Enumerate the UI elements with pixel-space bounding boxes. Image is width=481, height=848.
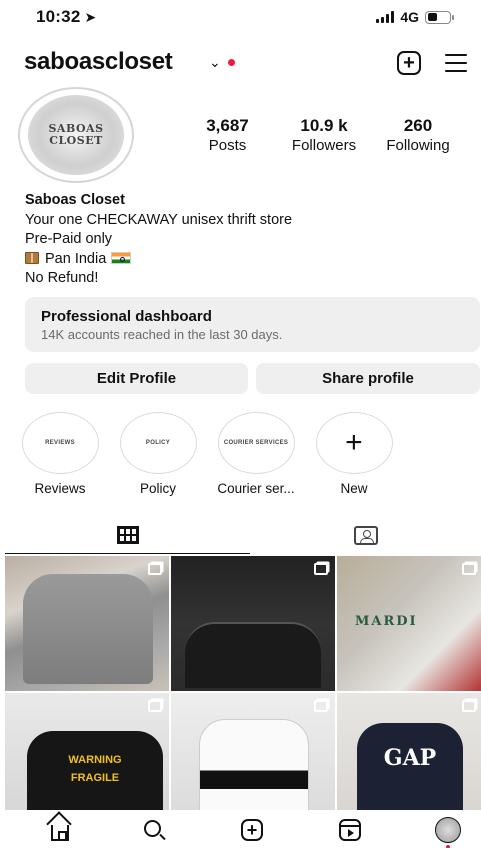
post-thumbnail[interactable]	[171, 693, 335, 810]
plus-icon: +	[403, 52, 415, 74]
highlight-cover: REVIEWS	[21, 412, 99, 474]
grid-icon	[116, 525, 139, 544]
following-label: Following	[386, 137, 450, 154]
highlight-cover: COURIER SERVICES	[217, 412, 295, 474]
highlight-courier-services[interactable]: COURIER SERVICES Courier ser...	[212, 412, 300, 496]
nav-profile[interactable]	[428, 814, 468, 848]
india-flag-icon	[111, 251, 132, 264]
nav-search[interactable]	[134, 814, 174, 846]
post-thumbnail[interactable]	[337, 693, 481, 810]
bio-line: Your one CHECKAWAY unisex thrift store	[25, 211, 293, 228]
package-icon	[25, 251, 39, 264]
status-indicators: 4G	[376, 9, 454, 25]
tagged-icon	[353, 525, 378, 545]
search-icon	[143, 819, 161, 837]
profile-avatar[interactable]: SABOAS CLOSET	[18, 87, 134, 183]
status-bar: 10:32 ➤ 4G	[0, 0, 481, 34]
profile-tabs	[0, 516, 481, 554]
stat-followers[interactable]: 10.9 k Followers	[284, 116, 364, 154]
display-name: Saboas Closet	[25, 192, 125, 208]
status-time: 10:32 ➤	[36, 7, 96, 27]
highlight-reviews[interactable]: REVIEWS Reviews	[16, 412, 104, 496]
profile-avatar-small	[435, 817, 461, 843]
highlight-label: Policy	[139, 481, 176, 496]
share-profile-button[interactable]: Share profile	[256, 363, 480, 394]
post-grid	[5, 556, 481, 810]
carousel-icon	[148, 700, 162, 712]
create-post-button[interactable]: +	[397, 51, 421, 75]
posts-label: Posts	[208, 137, 247, 154]
followers-count: 10.9 k	[300, 116, 348, 135]
carousel-icon	[314, 700, 328, 712]
dashboard-subtitle: 14K accounts reached in the last 30 days…	[41, 327, 283, 342]
create-icon: +	[241, 819, 263, 841]
battery-icon	[425, 10, 454, 24]
carousel-icon	[462, 700, 476, 712]
notification-dot	[228, 59, 235, 66]
highlight-new[interactable]: + New	[310, 412, 398, 496]
hamburger-menu-icon[interactable]	[445, 54, 467, 72]
highlight-label: Courier ser...	[217, 481, 295, 496]
home-icon	[51, 825, 69, 841]
bottom-navigation: +	[0, 810, 481, 848]
highlight-cover: POLICY	[119, 412, 197, 474]
bio-line-shipping: Pan India	[25, 250, 292, 270]
highlight-policy[interactable]: POLICY Policy	[114, 412, 202, 496]
following-count: 260	[403, 116, 433, 135]
post-thumbnail[interactable]	[5, 556, 169, 691]
bio-line: Pan India	[45, 250, 107, 267]
clock-text: 10:32	[36, 7, 81, 26]
chevron-down-icon[interactable]: ⌄	[209, 54, 221, 71]
signal-icon	[376, 11, 395, 23]
professional-dashboard[interactable]: Professional dashboard 14K accounts reac…	[25, 297, 480, 352]
tab-tagged[interactable]	[250, 516, 481, 554]
post-thumbnail[interactable]	[171, 556, 335, 691]
nav-create[interactable]: +	[232, 814, 272, 846]
reels-icon	[339, 819, 361, 841]
post-thumbnail[interactable]	[5, 693, 169, 810]
location-arrow-icon: ➤	[84, 9, 97, 25]
post-thumbnail[interactable]	[337, 556, 481, 691]
followers-label: Followers	[291, 137, 357, 154]
story-highlights: REVIEWS Reviews POLICY Policy COURIER SE…	[0, 412, 481, 502]
avatar-logo-text: SABOAS CLOSET	[48, 122, 104, 147]
bio-line: No Refund!	[25, 270, 99, 286]
nav-reels[interactable]	[330, 814, 370, 846]
bio-line: Pre-Paid only	[25, 231, 113, 247]
stat-posts[interactable]: 3,687 Posts	[190, 116, 265, 154]
carousel-icon	[148, 563, 162, 575]
profile-header: saboascloset ⌄ +	[0, 44, 481, 82]
profile-bio: Saboas Closet Your one CHECKAWAY unisex …	[25, 191, 292, 289]
avatar-logo: SABOAS CLOSET	[28, 95, 124, 175]
posts-count: 3,687	[206, 116, 249, 135]
tab-posts-grid[interactable]	[5, 516, 250, 554]
carousel-icon	[462, 563, 476, 575]
highlight-label: Reviews	[34, 481, 86, 496]
carousel-icon	[314, 563, 328, 575]
nav-home[interactable]	[40, 814, 80, 846]
dashboard-title: Professional dashboard	[41, 308, 212, 325]
edit-profile-button[interactable]: Edit Profile	[25, 363, 248, 394]
stat-following[interactable]: 260 Following	[378, 116, 458, 154]
network-label: 4G	[400, 9, 419, 25]
plus-icon: +	[315, 412, 393, 474]
username-switcher[interactable]: saboascloset	[24, 48, 173, 76]
highlight-label: New	[340, 481, 368, 496]
